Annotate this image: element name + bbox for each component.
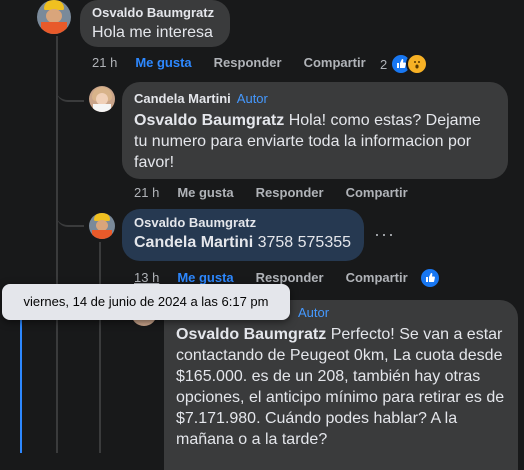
reaction-count: 2	[380, 56, 388, 72]
timestamp-tooltip: viernes, 14 de junio de 2024 a las 6:17 …	[2, 284, 290, 320]
highlight-line	[20, 300, 22, 453]
author-badge: Autor	[236, 91, 268, 106]
reply-text: Osvaldo Baumgratz Perfecto! Se van a est…	[176, 324, 506, 450]
share-button[interactable]: Compartir	[346, 185, 408, 200]
reaction-summary[interactable]: 2	[380, 53, 429, 75]
reply-text: Candela Martini 3758 575355	[134, 232, 352, 253]
reply-author[interactable]: Osvaldo Baumgratz	[134, 215, 352, 230]
reply-author[interactable]: Candela Martini	[134, 91, 231, 106]
share-button[interactable]: Compartir	[346, 270, 408, 285]
reply-text: Osvaldo Baumgratz Hola! como estas? Deja…	[134, 110, 496, 173]
reply-header: Candela Martini Autor	[134, 90, 496, 108]
reply-bubble: Osvaldo Baumgratz Candela Martini 3758 5…	[122, 209, 364, 261]
reply-button[interactable]: Responder	[214, 55, 282, 70]
comment-bubble: Osvaldo Baumgratz Hola me interesa	[80, 0, 230, 47]
reply-actions: 13 h Me gusta Responder Compartir	[134, 270, 430, 285]
comment-time[interactable]: 21 h	[92, 55, 117, 70]
reply-button[interactable]: Responder	[256, 185, 324, 200]
reply-bubble: Candela Martini Autor Osvaldo Baumgratz H…	[122, 82, 508, 179]
author-badge: Autor	[298, 305, 330, 320]
more-options-icon[interactable]: ···	[374, 224, 395, 245]
thread-connector	[56, 205, 84, 227]
comment-text: Hola me interesa	[92, 24, 213, 41]
wow-reaction-icon	[406, 53, 429, 75]
like-button[interactable]: Me gusta	[177, 185, 233, 200]
like-button[interactable]: Me gusta	[135, 55, 191, 70]
sub-thread-line	[99, 242, 101, 453]
avatar[interactable]	[89, 86, 115, 112]
thread-line	[56, 36, 58, 453]
reply-button[interactable]: Responder	[256, 270, 324, 285]
reply-text-body: Perfecto! Se van a estar contactando de …	[176, 326, 505, 448]
mention-link[interactable]: Osvaldo Baumgratz	[176, 326, 326, 343]
reply-bubble: Autor Osvaldo Baumgratz Perfecto! Se van…	[164, 300, 518, 470]
reply-time[interactable]: 21 h	[134, 185, 159, 200]
thread-connector	[56, 80, 84, 102]
comment-actions: 21 h Me gusta Responder Compartir	[92, 55, 388, 70]
avatar[interactable]	[37, 0, 71, 34]
reply-actions: 21 h Me gusta Responder Compartir	[134, 185, 430, 200]
avatar[interactable]	[89, 213, 115, 239]
share-button[interactable]: Compartir	[304, 55, 366, 70]
reply-time[interactable]: 13 h	[134, 270, 159, 285]
reply-text-body: 3758 575355	[253, 234, 352, 251]
comment-author[interactable]: Osvaldo Baumgratz	[92, 5, 218, 20]
mention-link[interactable]: Candela Martini	[134, 234, 253, 251]
like-button[interactable]: Me gusta	[177, 270, 233, 285]
mention-link[interactable]: Osvaldo Baumgratz	[134, 112, 284, 129]
like-reaction-icon[interactable]	[419, 267, 441, 289]
